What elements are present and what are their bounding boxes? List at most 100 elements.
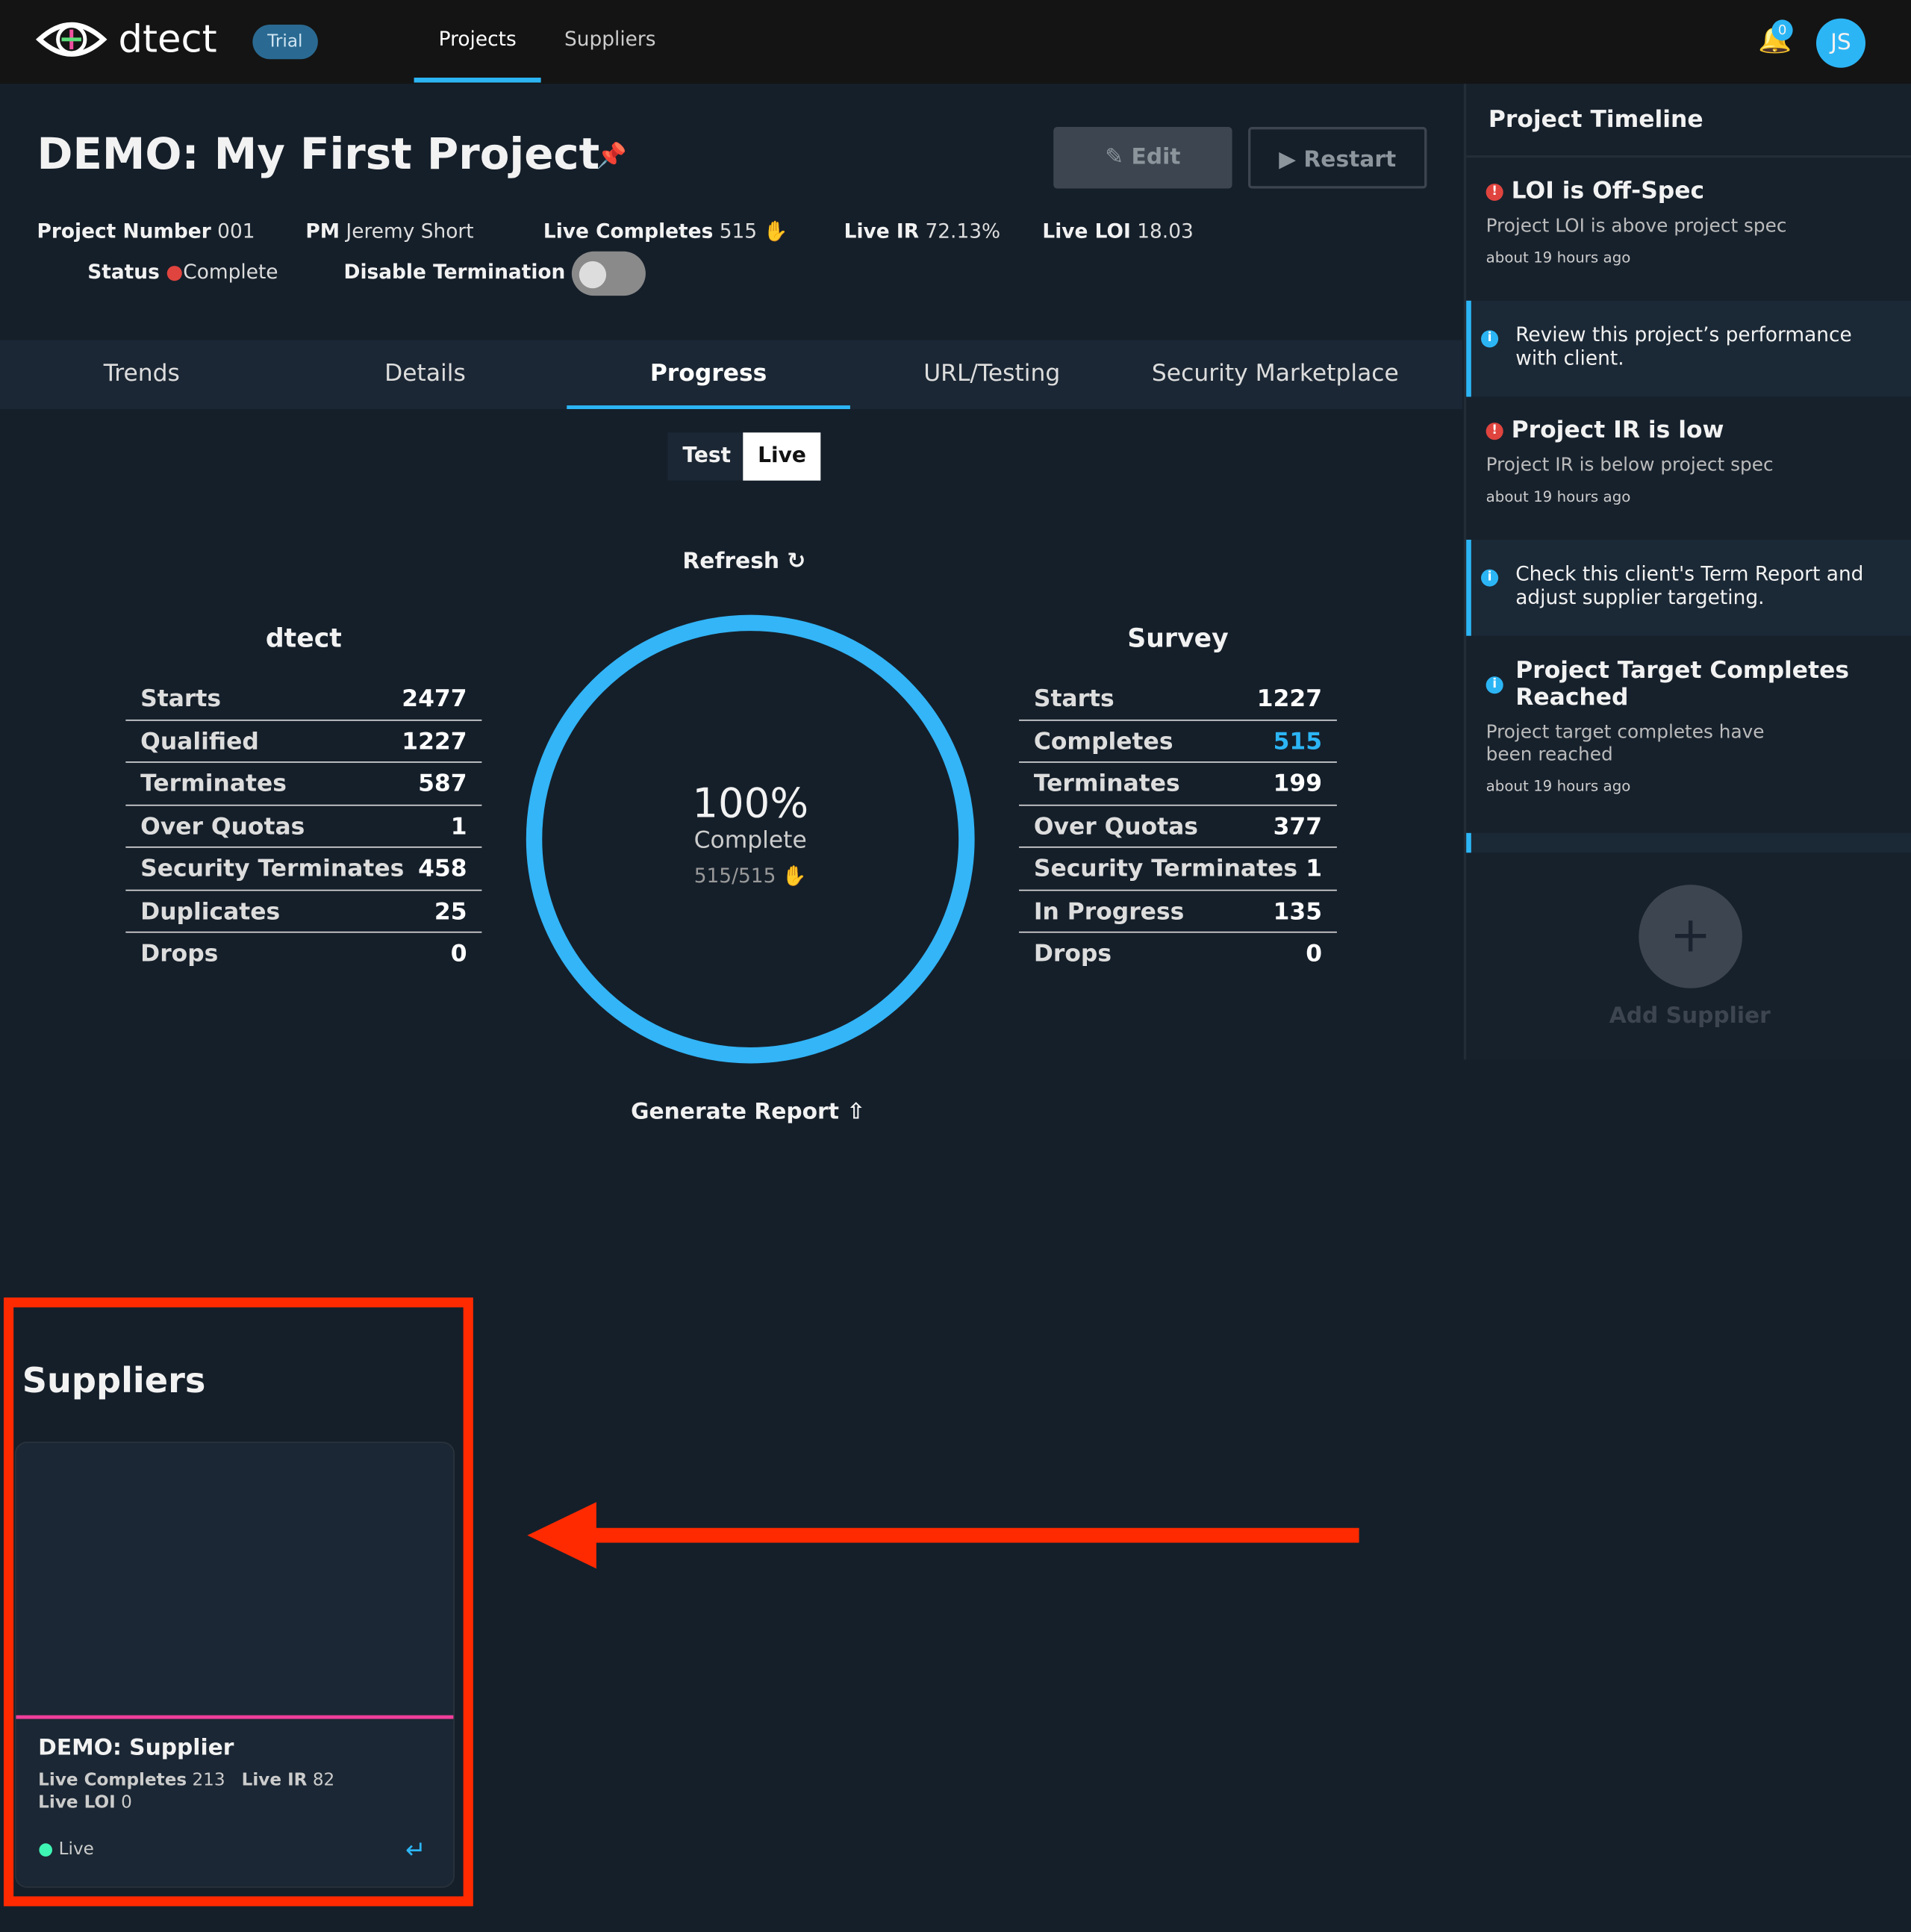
- add-supplier-label[interactable]: Add Supplier: [1466, 1003, 1911, 1029]
- progress-count: 515/515: [693, 864, 776, 888]
- page-title: DEMO: My First Project: [37, 130, 600, 180]
- upload-icon: ⇧: [847, 1099, 866, 1125]
- stat-label: Starts: [140, 685, 222, 713]
- edit-button[interactable]: ✎ Edit: [1053, 127, 1232, 189]
- disable-termination-toggle[interactable]: [571, 251, 646, 296]
- stat-value: 1227: [1256, 685, 1323, 713]
- survey-stats: Survey Starts 1227 Completes 515 Terminates 19…: [1019, 623, 1337, 975]
- stat-label: Drops: [1033, 940, 1112, 967]
- timeline-item: ! Project IR is low Project IR is below p…: [1486, 416, 1774, 505]
- disable-termination-label: Disable Termination: [343, 260, 566, 284]
- stat-label: Qualified: [140, 727, 259, 755]
- stat-value: 0: [1306, 940, 1323, 967]
- tab-active-indicator: [567, 405, 850, 409]
- live-completes: Live Completes 515 ✋: [543, 219, 788, 243]
- generate-report-button[interactable]: Generate Report ⇧: [631, 1099, 865, 1125]
- nav-projects[interactable]: Projects: [439, 27, 517, 50]
- progress-label: Complete: [693, 826, 807, 854]
- stat-row: Completes 515: [1019, 720, 1337, 763]
- live-loi: Live LOI 18.03: [1042, 219, 1194, 243]
- stat-row: Security Terminates 458: [125, 848, 482, 891]
- annotation-highlight-box: [3, 1297, 473, 1907]
- info-icon: i: [1481, 330, 1499, 348]
- refresh-button[interactable]: Refresh ↻: [682, 549, 805, 575]
- stat-label: Over Quotas: [140, 812, 305, 840]
- timeline-tip: i Review this project’s performance with …: [1466, 300, 1911, 397]
- tab-security-marketplace[interactable]: Security Marketplace: [1134, 360, 1418, 387]
- tab-trends[interactable]: Trends: [0, 360, 284, 387]
- stat-label: Security Terminates: [1033, 855, 1298, 882]
- timeline-tip: i Check this client's Term Report and adj…: [1466, 539, 1911, 636]
- notification-count: 0: [1771, 19, 1793, 41]
- info-icon: i: [1481, 569, 1499, 587]
- stat-value: 2477: [402, 685, 467, 713]
- stat-label: Duplicates: [140, 897, 281, 925]
- timeline-item: ! LOI is Off-Spec Project LOI is above pr…: [1486, 177, 1787, 267]
- logo[interactable]: dtect: [34, 17, 217, 62]
- stat-value: 135: [1273, 897, 1323, 925]
- generate-report-label: Generate Report: [631, 1099, 839, 1125]
- stat-label: Terminates: [1033, 770, 1180, 797]
- stat-row: Terminates 199: [1019, 763, 1337, 805]
- stat-row: Over Quotas 377: [1019, 805, 1337, 848]
- nav-active-indicator: [414, 77, 541, 83]
- stat-row: Over Quotas 1: [125, 805, 482, 848]
- stat-row: Qualified 1227: [125, 720, 482, 763]
- stat-value: 25: [434, 897, 467, 925]
- progress-percent: 100%: [692, 779, 809, 827]
- stat-value: 0: [450, 940, 467, 967]
- restart-label: Restart: [1303, 146, 1397, 173]
- app: dtect Trial Projects Suppliers 🔔 0 JS DE…: [0, 0, 1911, 1932]
- alert-icon: !: [1486, 422, 1503, 440]
- timeline-title: Project Timeline: [1466, 84, 1911, 158]
- stat-row: In Progress 135: [1019, 891, 1337, 933]
- mode-live[interactable]: Live: [743, 432, 821, 481]
- mode-test[interactable]: Test: [667, 432, 746, 481]
- alert-icon: !: [1486, 183, 1503, 201]
- project-number: Project Number 001: [37, 219, 255, 243]
- stat-label: Completes: [1033, 727, 1173, 755]
- timeline-item: i Project Target Completes Reached Project…: [1486, 656, 1850, 795]
- survey-title: Survey: [1127, 623, 1229, 653]
- progress-center: 100% Complete 515/515 ✋: [526, 779, 975, 887]
- stat-label: Over Quotas: [1033, 812, 1198, 840]
- brand-name: dtect: [118, 17, 217, 62]
- stat-row: Duplicates 25: [125, 891, 482, 933]
- stat-label: Security Terminates: [140, 855, 405, 882]
- project-status: Status ●Complete: [87, 260, 278, 284]
- nav-suppliers[interactable]: Suppliers: [564, 27, 656, 50]
- restart-button[interactable]: ▶ Restart: [1248, 127, 1427, 189]
- tab-details[interactable]: Details: [284, 360, 567, 387]
- tab-progress[interactable]: Progress: [567, 360, 850, 387]
- live-ir: Live IR 72.13%: [844, 219, 1001, 243]
- stat-value: 458: [418, 855, 467, 882]
- stat-value: 1: [1306, 855, 1323, 882]
- stat-row: Security Terminates 1: [1019, 848, 1337, 891]
- tab-url-testing[interactable]: URL/Testing: [850, 360, 1134, 387]
- add-supplier-button[interactable]: +: [1639, 885, 1742, 988]
- hand-icon: ✋: [782, 864, 807, 888]
- trial-badge: Trial: [252, 25, 318, 60]
- stat-label: Terminates: [140, 770, 287, 797]
- avatar[interactable]: JS: [1815, 18, 1866, 68]
- stat-label: In Progress: [1033, 897, 1185, 925]
- dtect-stats: dtect Starts 2477 Qualified 1227 Terminates 58…: [125, 623, 482, 975]
- pin-icon[interactable]: 📌: [596, 140, 627, 170]
- refresh-icon: ↻: [787, 548, 806, 575]
- hand-icon: ✋: [763, 219, 788, 243]
- stat-value: 587: [418, 770, 467, 797]
- eye-logo-icon: [35, 22, 107, 57]
- stat-label: Starts: [1033, 685, 1115, 713]
- refresh-label: Refresh: [682, 548, 780, 575]
- dtect-title: dtect: [265, 623, 342, 653]
- stat-value: 199: [1273, 770, 1323, 797]
- stat-value: 515: [1273, 727, 1323, 755]
- stat-row: Drops 0: [1019, 933, 1337, 976]
- stat-row: Terminates 587: [125, 763, 482, 805]
- project-pm: PM Jeremy Short: [305, 219, 474, 243]
- stat-value: 1227: [402, 727, 467, 755]
- stat-value: 377: [1273, 812, 1323, 840]
- stat-row: Starts 2477: [125, 678, 482, 720]
- edit-label: Edit: [1131, 144, 1181, 170]
- info-icon: i: [1486, 676, 1503, 694]
